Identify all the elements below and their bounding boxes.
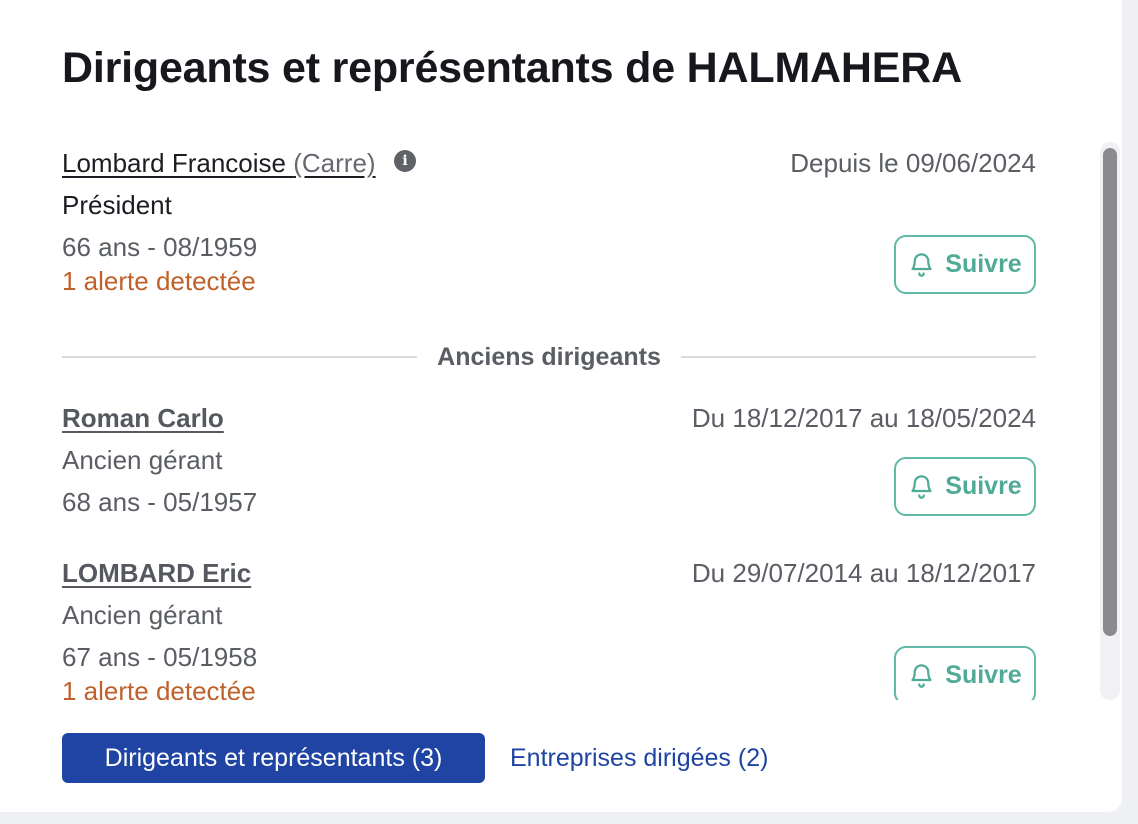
former-leader-role: Ancien gérant: [62, 600, 223, 630]
follow-button[interactable]: Suivre: [894, 646, 1036, 700]
former-leader-name-link[interactable]: LOMBARD Eric: [62, 558, 251, 589]
leaders-list[interactable]: Lombard Francoise (Carre) i Depuis le 09…: [0, 140, 1122, 700]
former-leader-age: 67 ans - 05/1958: [62, 642, 258, 672]
bell-icon: [911, 253, 932, 277]
follow-label: Suivre: [945, 661, 1022, 689]
former-leader-role: Ancien gérant: [62, 445, 223, 475]
bell-icon: [911, 475, 932, 499]
former-leaders-heading: Anciens dirigeants: [437, 342, 661, 371]
former-leaders-divider: Anciens dirigeants: [62, 342, 1037, 372]
current-leader-entry: Lombard Francoise (Carre) i Depuis le 09…: [62, 148, 1036, 308]
follow-label: Suivre: [945, 472, 1022, 500]
leader-name-link[interactable]: Lombard Francoise (Carre): [62, 148, 376, 179]
former-leader-entry: Roman Carlo Du 18/12/2017 au 18/05/2024 …: [62, 403, 1036, 533]
former-leader-dates: Du 29/07/2014 au 18/12/2017: [691, 558, 1036, 588]
leaders-card: Dirigeants et représentants de HALMAHERA…: [0, 0, 1122, 812]
leader-age: 66 ans - 08/1959: [62, 232, 258, 262]
page-title: Dirigeants et représentants de HALMAHERA: [62, 44, 962, 92]
leader-role: Président: [62, 190, 172, 220]
former-leader-age: 68 ans - 05/1957: [62, 487, 258, 517]
leader-usage-name: (Carre): [293, 148, 376, 178]
leader-dates: Depuis le 09/06/2024: [790, 148, 1036, 178]
leader-name: Lombard Francoise: [62, 148, 286, 178]
leader-alert[interactable]: 1 alerte detectée: [62, 266, 256, 297]
tab-managed-companies[interactable]: Entreprises dirigées (2): [510, 733, 768, 783]
follow-button[interactable]: Suivre: [894, 457, 1036, 516]
former-leader-entry: LOMBARD Eric Du 29/07/2014 au 18/12/2017…: [62, 558, 1036, 700]
info-icon[interactable]: i: [394, 150, 416, 172]
follow-button[interactable]: Suivre: [894, 235, 1036, 294]
follow-label: Suivre: [945, 250, 1022, 278]
former-leader-name-link[interactable]: Roman Carlo: [62, 403, 224, 434]
divider-line-right: [680, 356, 1037, 358]
scrollbar-thumb[interactable]: [1103, 148, 1117, 636]
bell-icon: [911, 664, 932, 688]
former-leader-dates: Du 18/12/2017 au 18/05/2024: [691, 403, 1036, 433]
former-leader-alert[interactable]: 1 alerte detectée: [62, 676, 256, 700]
tab-leaders[interactable]: Dirigeants et représentants (3): [62, 733, 485, 783]
divider-line-left: [62, 356, 418, 358]
